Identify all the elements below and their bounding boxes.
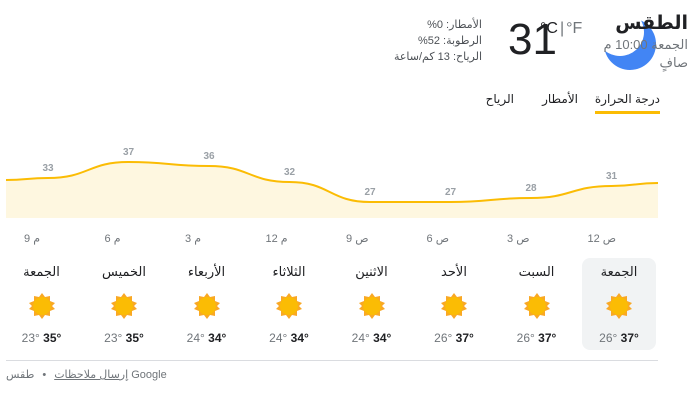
feedback-link[interactable]: إرسال ملاحظات <box>54 369 128 381</box>
day-temps: 24° 34° <box>186 331 227 345</box>
tab-precipitation[interactable]: الأمطار <box>542 92 578 112</box>
day-temps: 23° 35° <box>21 331 62 345</box>
day-name: الأحد <box>441 264 467 279</box>
low-temp: 26° <box>434 331 453 345</box>
day-name: الخميس <box>102 264 146 279</box>
page-title: الطقس <box>615 13 688 34</box>
condition-text: صافٍ <box>659 55 688 70</box>
day-temps: 23° 35° <box>104 331 144 345</box>
x-tick-label: 12 م <box>266 233 288 245</box>
day-temps: 24° 34° <box>351 331 392 345</box>
unit-toggle: °C | °F <box>540 20 582 38</box>
footer-dot: • <box>42 369 47 381</box>
day-temps: 26° 37° <box>516 331 557 345</box>
high-temp: 34 <box>208 331 222 345</box>
footer: إرسال ملاحظات•طقس Google <box>6 368 167 381</box>
day-name: الجمعة <box>23 264 60 279</box>
data-label: 36 <box>203 151 215 162</box>
x-tick-label: 3 ص <box>507 233 530 245</box>
x-tick-label: 9 م <box>24 233 40 245</box>
forecast-day[interactable]: الأربعاء 24° 34° <box>170 258 244 350</box>
forecast-day[interactable]: السبت 26° 37° <box>500 258 574 350</box>
low-temp: 23° <box>104 331 123 345</box>
high-temp: 37 <box>455 331 470 345</box>
low-temp: 24° <box>269 331 288 345</box>
x-tick-label: 6 م <box>105 233 121 245</box>
low-temp: 26° <box>599 331 618 345</box>
data-label: 27 <box>445 187 457 198</box>
sun-icon <box>193 293 220 319</box>
tab-temperature[interactable]: درجة الحرارة <box>594 92 660 114</box>
forecast-day[interactable]: الاثنين 24° 34° <box>335 258 409 350</box>
high-temp: 35 <box>125 331 140 345</box>
data-label: 32 <box>284 167 296 178</box>
day-name: السبت <box>518 264 555 279</box>
high-temp: 34 <box>373 331 387 345</box>
forecast-day[interactable]: الجمعة 23° 35° <box>5 258 79 350</box>
footer-divider <box>6 360 658 361</box>
high-temp: 35 <box>43 331 57 345</box>
high-temp: 34 <box>290 331 305 345</box>
humidity: الرطوبة: 52% <box>417 35 482 47</box>
low-temp: 26° <box>516 331 535 345</box>
x-tick-label: 6 ص <box>427 233 450 245</box>
location-block: الطقس الجمعة 10:00 م صافٍ <box>603 12 688 72</box>
daily-forecast: الجمعة 26° 37° السبت 26° 37° الأحد 26° 37° الا… <box>6 258 658 352</box>
data-label: 28 <box>525 183 537 194</box>
temperature-chart: 33 9 م 37 6 م 36 3 م 32 12 م 27 9 ص 27 6 ص 28 3 ص 31 12… <box>6 147 658 245</box>
sun-icon <box>606 293 632 319</box>
x-tick-label: 12 ص <box>588 233 617 245</box>
day-name: الثلاثاء <box>272 264 306 279</box>
sun-icon <box>111 293 137 319</box>
unit-separator: | <box>559 20 565 37</box>
sun-icon <box>358 293 385 319</box>
high-temp: 37 <box>538 331 552 345</box>
sun-icon <box>441 293 467 319</box>
day-temps: 24° 34° <box>269 331 309 345</box>
sun-icon <box>523 293 550 319</box>
forecast-day[interactable]: الخميس 23° 35° <box>87 258 161 350</box>
forecast-day[interactable]: الأحد 26° 37° <box>417 258 491 350</box>
date-time: الجمعة 10:00 م <box>603 37 688 52</box>
day-temps: 26° 37° <box>599 331 639 345</box>
data-label: 27 <box>364 187 376 198</box>
day-name: الجمعة <box>600 264 638 279</box>
weather-details: الأمطار: 0% الرطوبة: 52% الرياح: 13 كم/س… <box>393 17 482 65</box>
day-temps: 26° 37° <box>434 331 474 345</box>
tab-bar: درجة الحرارة الأمطار الرياح <box>480 92 660 118</box>
high-temp: 37 <box>620 331 635 345</box>
low-temp: 23° <box>21 331 40 345</box>
data-label: 33 <box>42 163 54 174</box>
chart-area <box>6 162 658 218</box>
x-tick-label: 3 م <box>185 233 201 245</box>
sun-icon <box>28 293 55 319</box>
tab-wind[interactable]: الرياح <box>486 92 514 112</box>
sun-icon <box>276 293 302 319</box>
wind-speed: الرياح: 13 كم/ساعة <box>393 51 482 63</box>
day-name: الاثنين <box>355 264 388 279</box>
forecast-day[interactable]: الجمعة 26° 37° <box>582 258 656 350</box>
low-temp: 24° <box>186 331 205 345</box>
data-label: 37 <box>123 147 135 158</box>
rain-chance: الأمطار: 0% <box>427 19 482 31</box>
low-temp: 24° <box>351 331 370 345</box>
x-tick-label: 9 ص <box>346 233 369 245</box>
data-label: 31 <box>606 171 618 182</box>
forecast-day[interactable]: الثلاثاء 24° 34° <box>252 258 326 350</box>
day-name: الأربعاء <box>187 264 226 279</box>
fahrenheit-button[interactable]: °F <box>566 20 582 37</box>
celsius-button[interactable]: °C <box>540 20 558 37</box>
